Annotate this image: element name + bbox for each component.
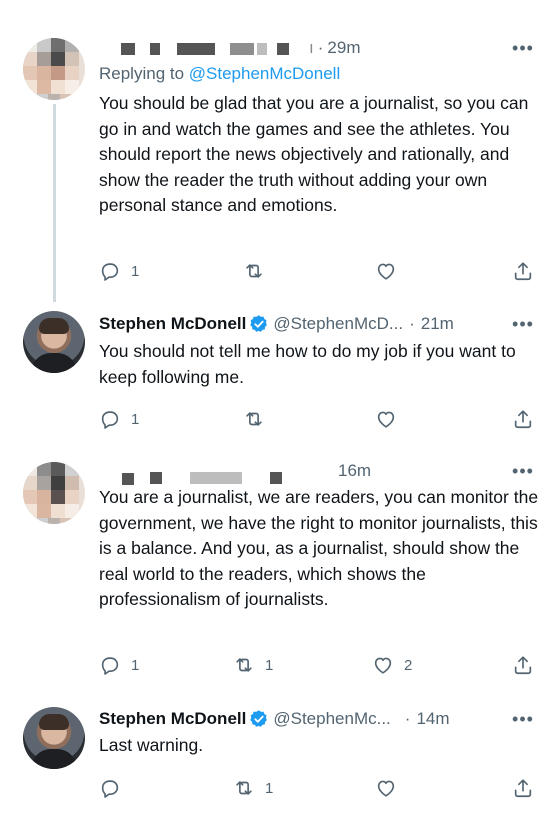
separator-dot: · (404, 709, 411, 728)
retweet-icon (236, 781, 252, 795)
timestamp[interactable]: 29m (327, 38, 360, 58)
share-icon (514, 410, 532, 429)
handle-fragment: ı (309, 38, 314, 57)
reply-button[interactable]: 1 (99, 259, 139, 283)
author-name[interactable]: Stephen McDonell (99, 314, 246, 334)
share-icon (514, 779, 532, 798)
tweet-header: Stephen McDonell @StephenMc... · 14m (99, 707, 450, 731)
tweet-text: You are a journalist, we are readers, yo… (99, 487, 539, 609)
tweet-1[interactable]: ı · 29m ••• Replying to @StephenMcDonell… (0, 0, 557, 302)
tweet-header: Stephen McDonell @StephenMcD... · 21m (99, 312, 454, 336)
reply-count: 1 (131, 410, 140, 428)
tweet-actions: 1 1 2 (99, 653, 539, 677)
retweet-count: 1 (265, 656, 274, 674)
retweet-count: 1 (265, 779, 274, 797)
retweet-icon (246, 264, 262, 278)
replying-to-label: Replying to (99, 64, 189, 83)
tweet-actions: 1 (99, 407, 539, 431)
reply-button[interactable] (99, 776, 121, 800)
share-button[interactable] (512, 259, 534, 283)
share-button[interactable] (512, 653, 534, 677)
share-button[interactable] (512, 776, 534, 800)
more-options-button[interactable]: ••• (511, 315, 535, 338)
reply-count: 1 (131, 656, 140, 674)
like-count: 2 (404, 656, 413, 674)
author-handle[interactable]: @StephenMc... (273, 709, 390, 729)
tweet-text: You should be glad that you are a journa… (99, 93, 529, 215)
separator-dot: · (409, 314, 415, 333)
heart-icon (374, 657, 392, 674)
author-handle[interactable]: @StephenMcD... (273, 314, 403, 334)
thread-line (53, 104, 56, 302)
like-button[interactable] (375, 776, 397, 800)
retweet-button[interactable]: 1 (233, 776, 273, 800)
heart-icon (377, 411, 395, 428)
separator-dot: · (317, 38, 324, 57)
retweet-button[interactable] (243, 407, 265, 431)
tweet-4[interactable]: Stephen McDonell @StephenMc... · 14m •••… (0, 696, 557, 816)
reply-icon (101, 657, 119, 675)
reply-button[interactable]: 1 (99, 653, 139, 677)
timestamp[interactable]: 14m (416, 709, 449, 729)
reply-icon (101, 780, 119, 798)
tweet-2[interactable]: Stephen McDonell @StephenMcD... · 21m ••… (0, 300, 557, 448)
tweet-3[interactable]: 16m ••• You are a journalist, we are rea… (0, 448, 557, 696)
more-options-button[interactable]: ••• (511, 39, 535, 62)
avatar-pixelated[interactable] (23, 38, 85, 100)
tweet-actions: 1 (99, 259, 539, 283)
retweet-icon (236, 658, 252, 672)
heart-icon (377, 780, 395, 797)
avatar-stephen-mcdonell[interactable] (23, 311, 85, 373)
like-button[interactable] (375, 259, 397, 283)
verified-badge-icon (250, 315, 268, 332)
tweet-header: 16m (338, 459, 371, 483)
retweet-button[interactable]: 1 (233, 653, 273, 677)
like-button[interactable] (375, 407, 397, 431)
replying-to: Replying to @StephenMcDonell (99, 64, 340, 84)
tweet-header: ı · 29m (309, 36, 360, 60)
replying-to-mention[interactable]: @StephenMcDonell (189, 64, 340, 83)
timestamp[interactable]: 16m (338, 461, 371, 481)
avatar-stephen-mcdonell[interactable] (23, 707, 85, 769)
tweet-text: Last warning. (99, 735, 204, 755)
more-options-button[interactable]: ••• (511, 462, 535, 485)
like-button[interactable]: 2 (372, 653, 412, 677)
reply-icon (101, 411, 119, 429)
avatar-pixelated[interactable] (23, 462, 85, 524)
share-icon (514, 262, 532, 281)
more-options-button[interactable]: ••• (511, 710, 535, 733)
heart-icon (377, 263, 395, 280)
retweet-icon (246, 412, 262, 426)
tweet-actions: 1 (99, 776, 539, 800)
retweet-button[interactable] (243, 259, 265, 283)
timestamp[interactable]: 21m (421, 314, 454, 334)
author-name[interactable]: Stephen McDonell (99, 709, 246, 729)
share-icon (514, 656, 532, 675)
verified-badge-icon (250, 710, 268, 727)
reply-count: 1 (131, 262, 140, 280)
reply-icon (101, 263, 119, 281)
reply-button[interactable]: 1 (99, 407, 139, 431)
share-button[interactable] (512, 407, 534, 431)
tweet-text: You should not tell me how to do my job … (99, 341, 516, 387)
